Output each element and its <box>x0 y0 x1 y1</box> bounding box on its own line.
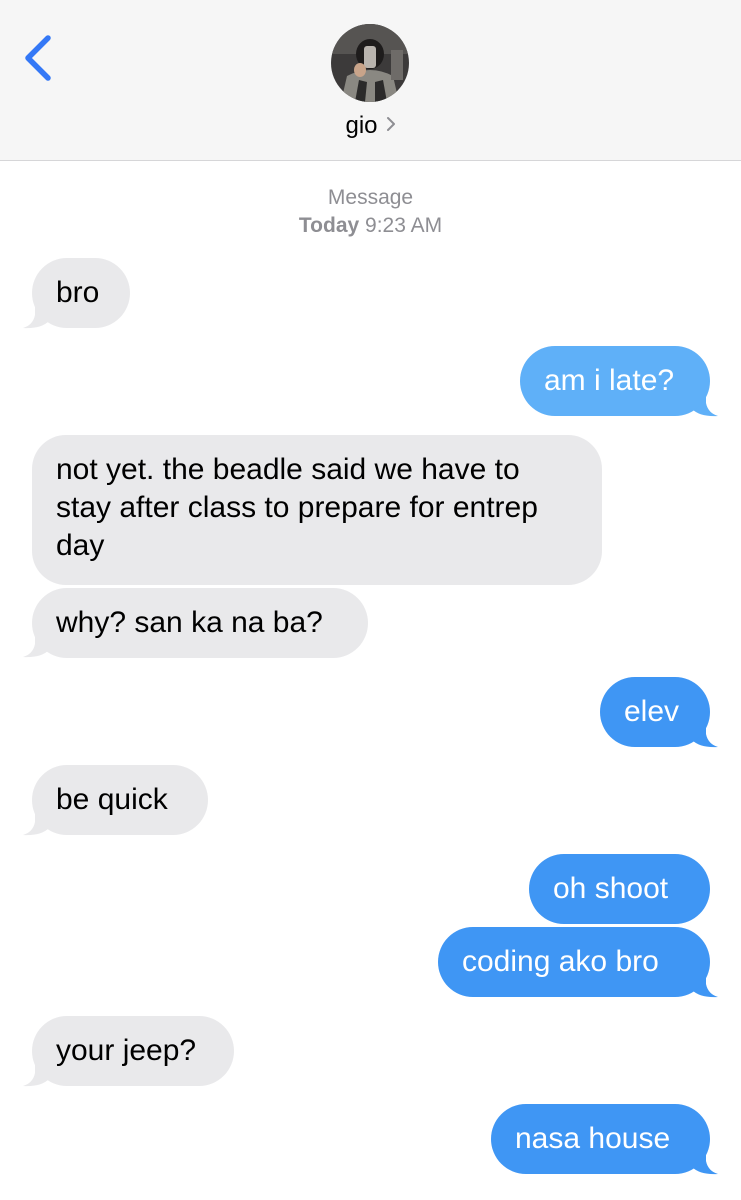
chevron-right-icon <box>386 111 396 139</box>
contact-avatar[interactable] <box>331 24 409 102</box>
message-bubble-incoming[interactable]: not yet. the beadle said we have to stay… <box>32 435 602 585</box>
thread-meta: Message Today 9:23 AM <box>0 184 741 240</box>
contact-name: gio <box>345 112 378 139</box>
message-bubble-outgoing[interactable]: nasa house <box>491 1104 710 1174</box>
message-bubble-outgoing[interactable]: oh shoot <box>529 854 710 924</box>
message-bubble-outgoing[interactable]: coding ako bro <box>438 927 710 997</box>
message-bubble-incoming[interactable]: be quick <box>32 765 208 835</box>
back-button[interactable] <box>20 30 60 86</box>
message-bubble-incoming[interactable]: your jeep? <box>32 1016 234 1086</box>
conversation-header: gio <box>0 0 741 161</box>
timestamp-time: 9:23 AM <box>365 214 443 237</box>
avatar-photo <box>331 24 409 102</box>
timestamp-day: Today <box>298 214 360 237</box>
message-bubble-incoming[interactable]: why? san ka na ba? <box>32 588 368 658</box>
message-bubble-outgoing[interactable]: elev <box>600 677 710 747</box>
timestamp: Today 9:23 AM <box>0 212 741 240</box>
chevron-left-icon <box>25 35 51 81</box>
service-label: Message <box>327 186 414 209</box>
message-bubble-incoming[interactable]: bro <box>32 258 130 328</box>
contact-name-button[interactable]: gio <box>0 112 741 140</box>
message-bubble-outgoing[interactable]: am i late? <box>520 346 710 416</box>
